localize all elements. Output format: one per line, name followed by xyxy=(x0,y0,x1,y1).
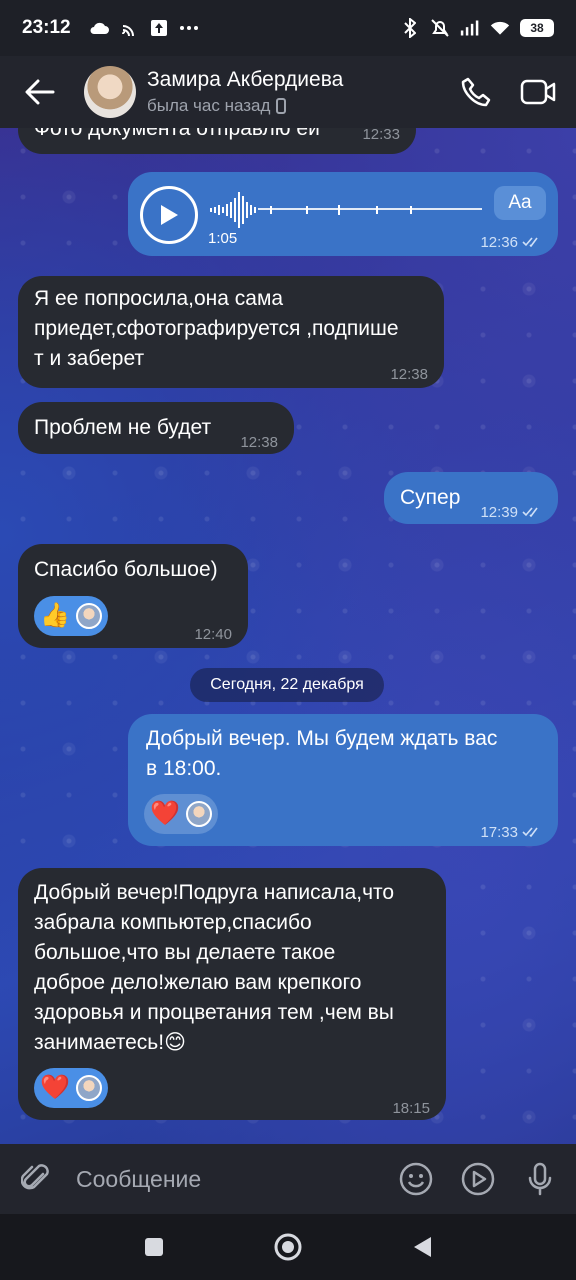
chat-area[interactable]: Фото документа отправлю ей 12:33 1:05 Aa… xyxy=(0,128,576,1144)
voice-message[interactable]: 1:05 Aa 12:36 xyxy=(128,172,558,256)
double-check-icon xyxy=(522,507,538,518)
arrow-left-icon xyxy=(25,79,55,105)
message-incoming[interactable]: Спасибо большое) 👍 12:40 xyxy=(18,544,248,648)
message-text-line: приедет,сфотографируется ,подпише xyxy=(34,317,399,340)
more-dots-icon xyxy=(179,18,199,38)
voice-waveform[interactable] xyxy=(210,192,482,228)
heart-reaction: ❤️ xyxy=(150,800,180,827)
paperclip-icon xyxy=(21,1164,49,1190)
status-time: 23:12 xyxy=(22,17,71,38)
reaction-pill[interactable]: ❤️ xyxy=(144,794,218,834)
message-text: Спасибо большое) xyxy=(34,558,218,581)
message-text: Фото документа отправлю ей xyxy=(34,128,320,140)
microphone-icon xyxy=(528,1162,552,1196)
contact-name: Замира Акбердиева xyxy=(147,68,344,91)
reactor-avatar xyxy=(76,1075,102,1101)
message-outgoing[interactable]: Супер 12:39 xyxy=(384,472,558,524)
message-text-line: доброе дело!желаю вам крепкого xyxy=(34,971,362,994)
message-incoming[interactable]: Фото документа отправлю ей 12:33 xyxy=(18,128,416,154)
message-time: 12:38 xyxy=(390,366,428,383)
message-text-line: забрала компьютер,спасибо xyxy=(34,911,312,934)
last-seen-text: была час назад xyxy=(147,96,271,115)
reactor-avatar xyxy=(186,801,212,827)
smile-icon xyxy=(399,1162,433,1196)
signal-icon xyxy=(460,18,480,38)
message-input-bar: Сообщение xyxy=(0,1144,576,1214)
message-outgoing[interactable]: Добрый вечер. Мы будем ждать вас в 18:00… xyxy=(128,714,558,846)
play-button[interactable] xyxy=(140,186,198,244)
message-time: 12:40 xyxy=(194,626,232,643)
attach-button[interactable] xyxy=(18,1161,54,1197)
call-button[interactable] xyxy=(458,74,494,110)
date-separator: Сегодня, 22 декабря xyxy=(190,668,384,702)
message-time: 12:36 xyxy=(480,228,542,258)
battery-icon: 38 xyxy=(520,19,554,37)
thumbs-up-reaction: 👍 xyxy=(40,602,70,629)
double-check-icon xyxy=(522,827,538,838)
last-seen-status: была час назад xyxy=(147,96,343,116)
emoji-button[interactable] xyxy=(398,1161,434,1197)
upload-icon xyxy=(149,18,169,38)
reaction-pill[interactable]: 👍 xyxy=(34,596,108,636)
play-icon xyxy=(161,205,178,225)
cast-icon xyxy=(119,18,139,38)
reactor-avatar xyxy=(76,603,102,629)
message-incoming[interactable]: Проблем не будет 12:38 xyxy=(18,402,294,454)
status-bar: 23:12 38 xyxy=(0,0,576,56)
voice-record-button[interactable] xyxy=(522,1161,558,1197)
triangle-back-icon xyxy=(414,1237,431,1257)
chat-header: Замира Акбердиева была час назад xyxy=(0,56,576,128)
home-button[interactable] xyxy=(270,1229,306,1265)
message-text-line: т и заберет xyxy=(34,347,145,370)
message-text-line: здоровья и процветания тем ,чем вы xyxy=(34,1001,394,1024)
circle-home-icon xyxy=(274,1233,302,1261)
phone-icon xyxy=(461,77,491,107)
contact-avatar[interactable] xyxy=(84,66,136,118)
voice-duration: 1:05 xyxy=(208,230,238,247)
message-text-line: занимаетесь!😊 xyxy=(34,1031,186,1054)
message-time: 12:33 xyxy=(362,128,400,143)
recent-apps-button[interactable] xyxy=(136,1229,172,1265)
back-button[interactable] xyxy=(0,56,80,128)
message-text: Супер xyxy=(400,486,461,509)
reaction-pill[interactable]: ❤️ xyxy=(34,1068,108,1108)
system-nav-bar xyxy=(0,1214,576,1280)
back-nav-button[interactable] xyxy=(404,1229,440,1265)
play-circle-icon xyxy=(461,1162,495,1196)
message-text-line: Я ее попросила,она сама xyxy=(34,287,284,310)
silent-icon xyxy=(430,18,450,38)
message-text: Проблем не будет xyxy=(34,416,212,439)
bluetooth-icon xyxy=(400,18,420,38)
message-text-line: большое,что вы делаете такое xyxy=(34,941,336,964)
cloud-icon xyxy=(89,18,109,38)
transcribe-button[interactable]: Aa xyxy=(494,186,546,220)
message-time: 12:38 xyxy=(240,434,278,451)
heart-reaction: ❤️ xyxy=(40,1074,70,1101)
contact-info[interactable]: Замира Акбердиева была час назад xyxy=(147,68,343,116)
message-input[interactable]: Сообщение xyxy=(76,1166,398,1193)
video-call-button[interactable] xyxy=(520,74,556,110)
video-icon xyxy=(520,79,556,105)
message-incoming[interactable]: Я ее попросила,она сама приедет,сфотогра… xyxy=(18,276,444,388)
video-message-button[interactable] xyxy=(460,1161,496,1197)
message-text-line: в 18:00. xyxy=(146,757,222,780)
phone-device-icon xyxy=(276,98,287,114)
wifi-icon xyxy=(490,18,510,38)
message-text-line: Добрый вечер. Мы будем ждать вас xyxy=(146,727,498,750)
message-time: 12:39 xyxy=(480,498,542,528)
double-check-icon xyxy=(522,237,538,248)
message-time: 17:33 xyxy=(480,818,542,848)
message-incoming[interactable]: Добрый вечер!Подруга написала,что забрал… xyxy=(18,868,446,1120)
message-text-line: Добрый вечер!Подруга написала,что xyxy=(34,881,395,904)
message-time: 18:15 xyxy=(392,1100,430,1117)
square-icon xyxy=(145,1238,163,1256)
